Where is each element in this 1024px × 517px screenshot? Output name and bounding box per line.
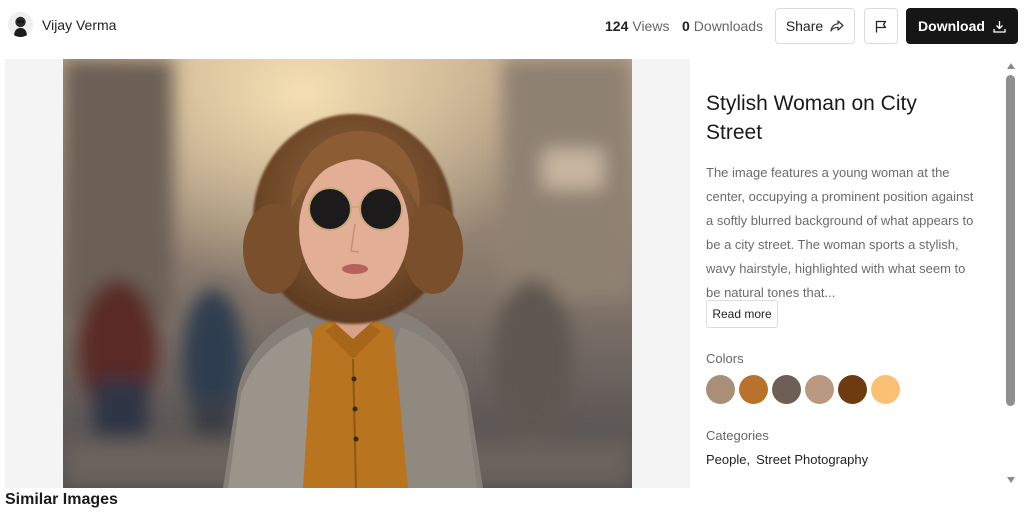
color-swatch[interactable] <box>871 375 900 404</box>
report-button[interactable] <box>864 8 898 44</box>
main-photo[interactable] <box>63 59 632 488</box>
download-button[interactable]: Download <box>906 8 1018 44</box>
color-swatch[interactable] <box>772 375 801 404</box>
flag-icon <box>875 20 887 32</box>
categories-list: People, Street Photography <box>706 452 874 467</box>
views-label: Views <box>632 18 670 34</box>
similar-images-heading: Similar Images <box>5 491 118 508</box>
downloads-label: Downloads <box>693 18 764 34</box>
image-title: Stylish Woman on City Street <box>706 92 917 144</box>
author-link[interactable]: Vijay Verma <box>8 12 116 37</box>
categories-label: Categories <box>706 428 769 443</box>
download-label: Download <box>918 18 985 34</box>
category-link[interactable]: People, <box>706 452 750 467</box>
downloads-stat: 0 Downloads <box>682 18 763 34</box>
scroll-down-arrow-icon[interactable] <box>1007 477 1015 483</box>
details-panel: Stylish Woman on City Street The image f… <box>706 59 996 488</box>
color-swatch[interactable] <box>838 375 867 404</box>
views-count: 124 <box>605 18 629 34</box>
photo-illustration <box>63 59 632 488</box>
color-swatch[interactable] <box>706 375 735 404</box>
downloads-count: 0 <box>682 18 690 34</box>
scroll-up-arrow-icon[interactable] <box>1007 63 1015 69</box>
views-stat: 124 Views <box>605 18 669 34</box>
share-label: Share <box>785 18 824 34</box>
scrollbar-thumb[interactable] <box>1006 75 1015 406</box>
category-link[interactable]: Street Photography <box>756 452 868 467</box>
color-swatch[interactable] <box>739 375 768 404</box>
panel-scrollbar[interactable] <box>1004 59 1018 488</box>
download-icon <box>993 20 1006 33</box>
share-arrow-icon <box>830 20 844 32</box>
share-button[interactable]: Share <box>775 8 855 44</box>
author-name[interactable]: Vijay Verma <box>42 17 116 33</box>
color-swatches <box>706 375 904 404</box>
image-description: The image features a young woman at the … <box>706 165 974 300</box>
avatar-icon <box>8 12 33 37</box>
color-swatch[interactable] <box>805 375 834 404</box>
top-bar: Vijay Verma 124 Views 0 Downloads Share Do… <box>0 0 1024 56</box>
read-more-button[interactable]: Read more <box>706 300 778 328</box>
colors-label: Colors <box>706 351 744 366</box>
